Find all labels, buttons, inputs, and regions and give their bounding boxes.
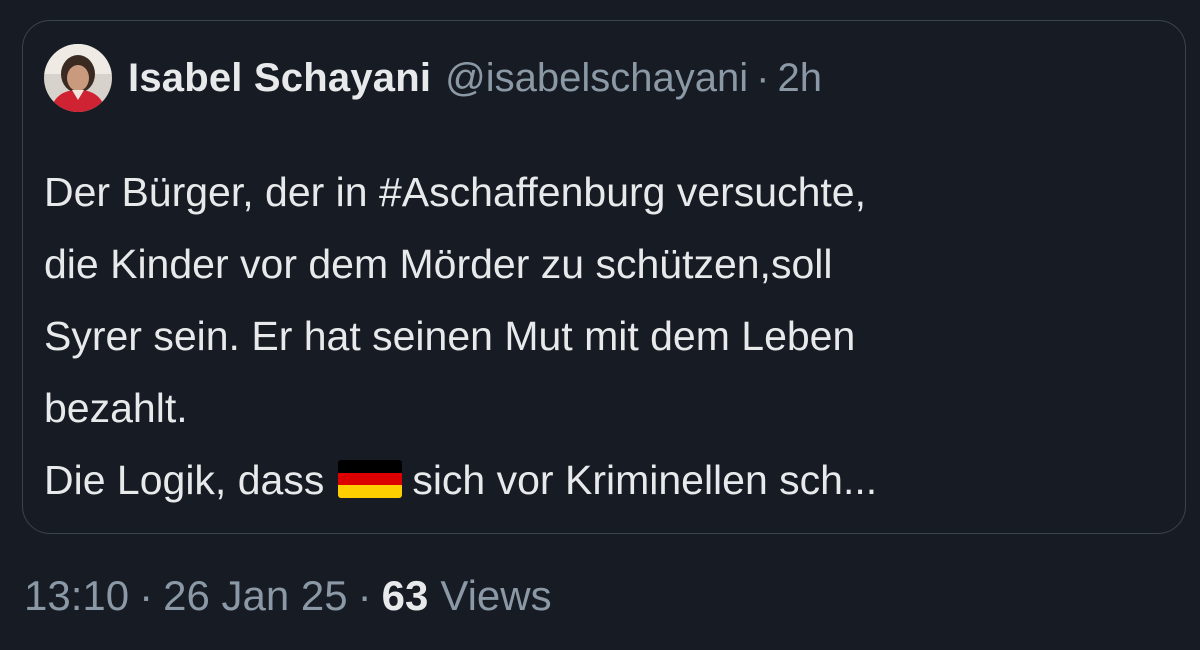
post-date[interactable]: 26 Jan 25 xyxy=(163,572,348,620)
tweet-screenshot: Isabel Schayani @isabelschayani · 2h Der… xyxy=(0,0,1200,650)
meta-separator: · xyxy=(139,572,154,619)
avatar-photo-icon xyxy=(44,44,112,112)
tweet-text-last-line: Die Logik, dass sich vor Kriminellen sch.… xyxy=(44,444,1154,516)
tweet-text-line: bezahlt. xyxy=(44,385,188,431)
meta-separator: · xyxy=(357,572,372,619)
author-name[interactable]: Isabel Schayani xyxy=(128,56,431,101)
author-handle[interactable]: @isabelschayani xyxy=(445,56,748,101)
tweet-meta: 13:10 · 26 Jan 25 · 63 Views xyxy=(24,568,552,624)
tweet-text-line: Syrer sein. Er hat seinen Mut mit dem Le… xyxy=(44,313,856,359)
avatar[interactable] xyxy=(44,44,112,112)
post-time[interactable]: 13:10 xyxy=(24,572,129,620)
flag-stripe-black xyxy=(338,460,403,473)
tweet-text-fragment: sich vor Kriminellen sch... xyxy=(412,457,878,503)
header-separator: · xyxy=(756,55,770,100)
tweet-text-fragment: Die Logik, dass xyxy=(44,457,325,503)
quoted-tweet-text: Der Bürger, der in #Aschaffenburg versuc… xyxy=(44,156,1154,516)
tweet-text-line: die Kinder vor dem Mörder zu schützen,so… xyxy=(44,241,833,287)
views-label[interactable]: Views xyxy=(440,572,551,620)
quoted-tweet-header: Isabel Schayani @isabelschayani · 2h xyxy=(44,44,822,112)
flag-stripe-gold xyxy=(338,485,403,498)
flag-stripe-red xyxy=(338,472,403,486)
relative-time[interactable]: 2h xyxy=(777,56,822,101)
tweet-text-line: Der Bürger, der in #Aschaffenburg versuc… xyxy=(44,169,866,215)
germany-flag-icon xyxy=(338,460,403,498)
views-count[interactable]: 63 xyxy=(382,572,429,620)
